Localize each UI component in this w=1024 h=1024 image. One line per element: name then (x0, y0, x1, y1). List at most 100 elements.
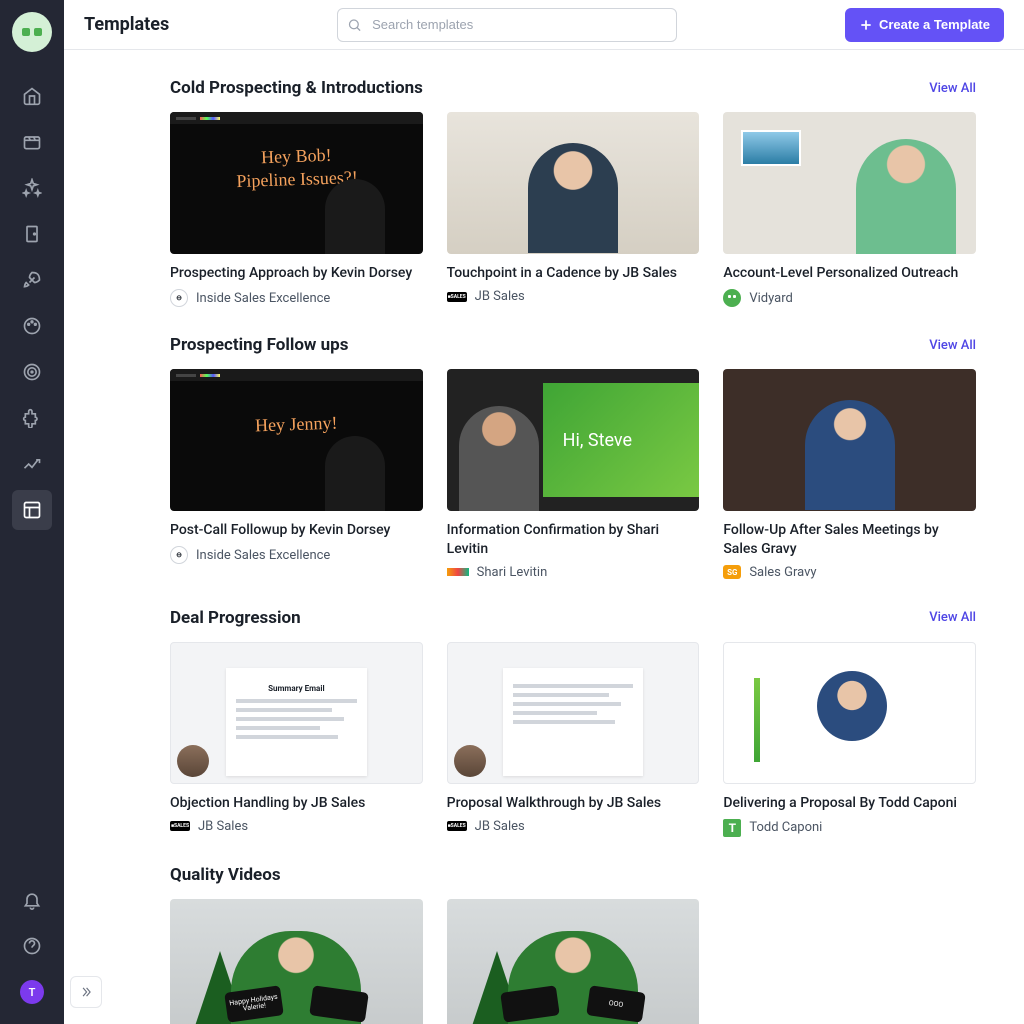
section-title: Quality Videos (170, 865, 281, 885)
view-all-link[interactable]: View All (929, 610, 976, 625)
author-name: Shari Levitin (477, 565, 548, 580)
author-icon: ■SALES (170, 821, 190, 831)
author-name: Sales Gravy (749, 565, 816, 580)
card-title: Post-Call Followup by Kevin Dorsey (170, 521, 423, 540)
author-name: Inside Sales Excellence (196, 291, 330, 306)
palette-icon (22, 316, 42, 336)
author-name: Vidyard (749, 291, 793, 306)
card-grid: Hey Bob!Pipeline Issues?! Prospecting Ap… (170, 112, 976, 307)
card-title: Proposal Walkthrough by JB Sales (447, 794, 700, 813)
sidebar: T (0, 0, 64, 1024)
view-all-link[interactable]: View All (929, 81, 976, 96)
card-author: T Todd Caponi (723, 819, 976, 837)
nav-goals[interactable] (12, 352, 52, 392)
card-author: ■SALES JB Sales (447, 289, 700, 304)
section: Cold Prospecting & Introductions View Al… (170, 78, 976, 307)
create-template-label: Create a Template (879, 17, 990, 32)
section: Deal Progression View All Summary Email … (170, 608, 976, 837)
author-name: Inside Sales Excellence (196, 548, 330, 563)
nav-notifications[interactable] (12, 880, 52, 920)
nav-items (12, 76, 52, 880)
template-card[interactable]: Follow-Up After Sales Meetings by Sales … (723, 369, 976, 580)
nav-bottom: T (12, 880, 52, 1012)
template-card[interactable]: Happy HolidaysValerie! Account-Based Hol… (170, 899, 423, 1024)
nav-home[interactable] (12, 76, 52, 116)
card-grid: Hey Jenny! Post-Call Followup by Kevin D… (170, 369, 976, 580)
nav-record[interactable] (12, 122, 52, 162)
nav-launch[interactable] (12, 260, 52, 300)
section-head: Cold Prospecting & Introductions View Al… (170, 78, 976, 98)
layout-icon (22, 500, 42, 520)
author-icon: ⊖ (170, 289, 188, 307)
card-title: Delivering a Proposal By Todd Caponi (723, 794, 976, 813)
plus-icon (859, 18, 873, 32)
card-author: ⊖ Inside Sales Excellence (170, 289, 423, 307)
section-title: Deal Progression (170, 608, 301, 628)
nav-integrations[interactable] (12, 398, 52, 438)
section-title: Cold Prospecting & Introductions (170, 78, 423, 98)
view-all-link[interactable]: View All (929, 338, 976, 353)
section-head: Quality Videos (170, 865, 976, 885)
card-title: Information Confirmation by Shari Leviti… (447, 521, 700, 559)
author-icon: SG (723, 565, 741, 579)
section-title: Prospecting Follow ups (170, 335, 348, 355)
author-icon: T (723, 819, 741, 837)
card-grid: Happy HolidaysValerie! Account-Based Hol… (170, 899, 976, 1024)
nav-templates[interactable] (12, 490, 52, 530)
template-card[interactable]: Proposal Walkthrough by JB Sales ■SALES … (447, 642, 700, 837)
author-name: JB Sales (475, 819, 525, 834)
search-icon (347, 17, 362, 32)
door-icon (22, 224, 42, 244)
card-author: ⊖ Inside Sales Excellence (170, 546, 423, 564)
home-icon (22, 86, 42, 106)
card-title: Account-Level Personalized Outreach (723, 264, 976, 283)
template-card[interactable]: Hi, Steve Information Confirmation by Sh… (447, 369, 700, 580)
card-title: Touchpoint in a Cadence by JB Sales (447, 264, 700, 283)
template-card[interactable]: OOO Holiday Sales OOO Video (447, 899, 700, 1024)
card-author: Shari Levitin (447, 565, 700, 580)
content: Cold Prospecting & Introductions View Al… (64, 50, 1024, 1024)
bell-icon (22, 890, 42, 910)
nav-theme[interactable] (12, 306, 52, 346)
nav-rooms[interactable] (12, 214, 52, 254)
author-icon: ■SALES (447, 821, 467, 831)
card-author: ■SALES JB Sales (170, 819, 423, 834)
template-card[interactable]: Delivering a Proposal By Todd Caponi T T… (723, 642, 976, 837)
author-icon: ⊖ (170, 546, 188, 564)
section: Quality Videos Happy HolidaysValerie! Ac… (170, 865, 976, 1024)
section: Prospecting Follow ups View All Hey Jenn… (170, 335, 976, 580)
search-wrap (337, 8, 677, 42)
clapper-icon (22, 132, 42, 152)
chart-icon (22, 454, 42, 474)
card-author: ■SALES JB Sales (447, 819, 700, 834)
nav-analytics[interactable] (12, 444, 52, 484)
template-card[interactable]: Account-Level Personalized Outreach Vidy… (723, 112, 976, 307)
author-name: Todd Caponi (749, 820, 822, 835)
create-template-button[interactable]: Create a Template (845, 8, 1004, 42)
card-title: Objection Handling by JB Sales (170, 794, 423, 813)
main: Templates Create a Template Cold Prospec… (64, 0, 1024, 1024)
template-card[interactable]: Hey Bob!Pipeline Issues?! Prospecting Ap… (170, 112, 423, 307)
card-author: Vidyard (723, 289, 976, 307)
avatar-icon: T (20, 980, 44, 1004)
author-name: JB Sales (475, 289, 525, 304)
nav-profile[interactable]: T (12, 972, 52, 1012)
nav-ai[interactable] (12, 168, 52, 208)
author-icon (723, 289, 741, 307)
template-card[interactable]: Hey Jenny! Post-Call Followup by Kevin D… (170, 369, 423, 580)
nav-help[interactable] (12, 926, 52, 966)
section-head: Deal Progression View All (170, 608, 976, 628)
rocket-icon (22, 270, 42, 290)
author-icon (447, 568, 469, 576)
card-title: Follow-Up After Sales Meetings by Sales … (723, 521, 976, 559)
card-grid: Summary Email Objection Handling by JB S… (170, 642, 976, 837)
target-icon (22, 362, 42, 382)
template-card[interactable]: Summary Email Objection Handling by JB S… (170, 642, 423, 837)
app-logo[interactable] (12, 12, 52, 52)
puzzle-icon (22, 408, 42, 428)
topbar: Templates Create a Template (64, 0, 1024, 50)
template-card[interactable]: Touchpoint in a Cadence by JB Sales ■SAL… (447, 112, 700, 307)
section-head: Prospecting Follow ups View All (170, 335, 976, 355)
search-input[interactable] (337, 8, 677, 42)
help-icon (22, 936, 42, 956)
